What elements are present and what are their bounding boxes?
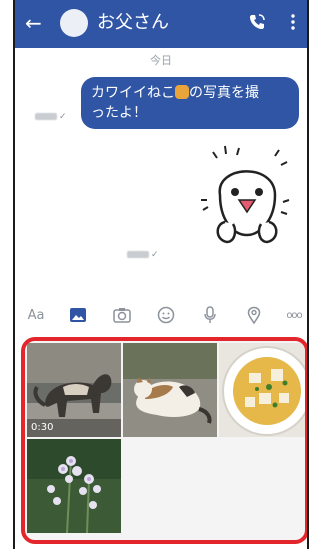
gallery-item-flowers[interactable]: [27, 439, 121, 533]
gallery-item-cat-lying[interactable]: [123, 343, 217, 437]
video-duration: 0:30: [31, 422, 54, 433]
cat-emoji-icon: [175, 85, 189, 99]
text-style-button[interactable]: Aa: [23, 302, 49, 328]
smiley-icon: [157, 306, 175, 324]
more-vertical-icon[interactable]: [289, 12, 297, 32]
read-time-blurred: [35, 113, 57, 120]
image-icon: [70, 308, 86, 322]
phone-call-icon[interactable]: [247, 12, 267, 32]
cat-lying-thumbnail: [123, 343, 217, 437]
gallery-item-video-cat[interactable]: 0:30: [27, 343, 121, 437]
chat-title: お父さん: [97, 12, 169, 33]
read-check-icon: ✓: [59, 112, 67, 122]
back-arrow-icon[interactable]: ←: [25, 12, 42, 34]
flowers-thumbnail: [27, 439, 121, 533]
message-read-status: ✓: [35, 112, 67, 122]
gallery-button[interactable]: [65, 302, 91, 328]
camera-button[interactable]: [109, 302, 135, 328]
input-toolbar: Aa ooo: [15, 302, 307, 332]
camera-icon: [113, 308, 131, 323]
message-text-part3: ったよ！: [91, 105, 147, 121]
microphone-icon: [204, 306, 216, 323]
gallery-item-soup[interactable]: [219, 343, 305, 437]
location-button[interactable]: [241, 302, 267, 328]
sticker-read-status: ✓: [127, 250, 159, 260]
text-style-label: Aa: [27, 307, 45, 323]
chat-header: ← お父さん: [15, 0, 307, 48]
microphone-button[interactable]: [197, 302, 223, 328]
date-separator: 今日: [150, 54, 172, 67]
soup-thumbnail: [219, 343, 305, 437]
location-pin-icon: [247, 306, 261, 324]
message-text-part1: カワイイねこ: [91, 85, 175, 101]
photo-picker: 0:30: [21, 337, 307, 544]
message-text-part2: の写真を撮: [189, 85, 259, 101]
read-time-blurred: [127, 251, 149, 258]
phone-screen: ← お父さん 今日 ✓ カワイイねこ の写真を撮 ったよ！ ✓ Aa ooo 0…: [13, 0, 309, 549]
message-bubble[interactable]: カワイイねこ の写真を撮 ったよ！: [81, 77, 299, 129]
sticker-character[interactable]: [195, 140, 295, 252]
more-horizontal-icon: ooo: [286, 309, 302, 321]
avatar[interactable]: [60, 9, 88, 37]
read-check-icon: ✓: [151, 250, 159, 260]
emoji-button[interactable]: [153, 302, 179, 328]
more-options-button[interactable]: ooo: [281, 302, 307, 328]
